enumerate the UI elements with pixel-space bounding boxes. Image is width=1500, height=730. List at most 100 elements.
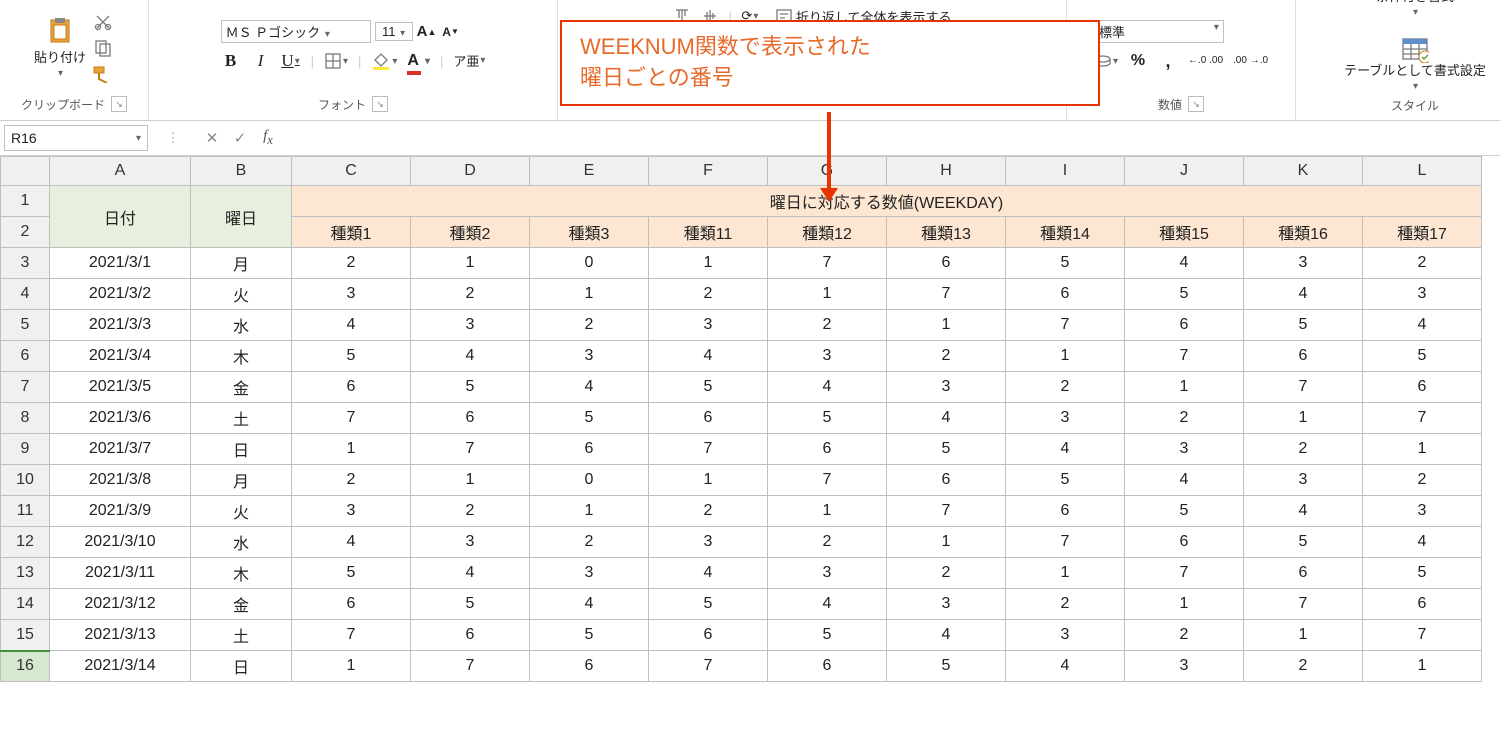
column-header-F[interactable]: F [649,157,768,186]
cell-K3[interactable]: 3 [1244,248,1363,279]
cell-A13[interactable]: 2021/3/11 [50,558,191,589]
cell-F7[interactable]: 5 [649,372,768,403]
column-header-I[interactable]: I [1006,157,1125,186]
font-name-select[interactable]: ＭＳ Ｐゴシック ▾ [221,20,371,43]
conditional-formatting-button[interactable]: ≠ 条件付き書式▾ [1376,0,1454,19]
cell-E4[interactable]: 1 [530,279,649,310]
cell-H3[interactable]: 6 [887,248,1006,279]
cell-G5[interactable]: 2 [768,310,887,341]
shrink-font-button[interactable]: A▼ [441,22,461,42]
cell-H10[interactable]: 6 [887,465,1006,496]
cell-H16[interactable]: 5 [887,651,1006,682]
cell-A5[interactable]: 2021/3/3 [50,310,191,341]
cell-E7[interactable]: 4 [530,372,649,403]
cell-A16[interactable]: 2021/3/14 [50,651,191,682]
cell-H14[interactable]: 3 [887,589,1006,620]
cell-E12[interactable]: 2 [530,527,649,558]
cell-I16[interactable]: 4 [1006,651,1125,682]
cell-C3[interactable]: 2 [292,248,411,279]
cell-H12[interactable]: 1 [887,527,1006,558]
cell-I8[interactable]: 3 [1006,403,1125,434]
cell-B15[interactable]: 土 [191,620,292,651]
cell-C14[interactable]: 6 [292,589,411,620]
cell-C16[interactable]: 1 [292,651,411,682]
cell-G11[interactable]: 1 [768,496,887,527]
cell-G12[interactable]: 2 [768,527,887,558]
cell-A9[interactable]: 2021/3/7 [50,434,191,465]
cell-D4[interactable]: 2 [411,279,530,310]
cell-D6[interactable]: 4 [411,341,530,372]
row-header-13[interactable]: 13 [1,558,50,589]
cell-C5[interactable]: 4 [292,310,411,341]
column-header-A[interactable]: A [50,157,191,186]
cell-L6[interactable]: 5 [1363,341,1482,372]
cell-I6[interactable]: 1 [1006,341,1125,372]
dialog-launcher-icon[interactable]: ↘ [111,96,127,112]
cell-A8[interactable]: 2021/3/6 [50,403,191,434]
cell-E11[interactable]: 1 [530,496,649,527]
column-header-C[interactable]: C [292,157,411,186]
cell-A15[interactable]: 2021/3/13 [50,620,191,651]
cell-I12[interactable]: 7 [1006,527,1125,558]
cell-L3[interactable]: 2 [1363,248,1482,279]
cell-A6[interactable]: 2021/3/4 [50,341,191,372]
cell-K11[interactable]: 4 [1244,496,1363,527]
cell-K7[interactable]: 7 [1244,372,1363,403]
row-header-16[interactable]: 16 [1,651,50,682]
cell-H6[interactable]: 2 [887,341,1006,372]
cell-J8[interactable]: 2 [1125,403,1244,434]
cell-I14[interactable]: 2 [1006,589,1125,620]
cell-A14[interactable]: 2021/3/12 [50,589,191,620]
cell-B12[interactable]: 水 [191,527,292,558]
cell-B10[interactable]: 月 [191,465,292,496]
cell-J13[interactable]: 7 [1125,558,1244,589]
cell-J14[interactable]: 1 [1125,589,1244,620]
cell-D7[interactable]: 5 [411,372,530,403]
cell-L8[interactable]: 7 [1363,403,1482,434]
cell-J15[interactable]: 2 [1125,620,1244,651]
cell-C15[interactable]: 7 [292,620,411,651]
cell-B6[interactable]: 木 [191,341,292,372]
underline-button[interactable]: U▾ [281,51,301,71]
cell-C6[interactable]: 5 [292,341,411,372]
cell-L11[interactable]: 3 [1363,496,1482,527]
cell-C10[interactable]: 2 [292,465,411,496]
cell-K9[interactable]: 2 [1244,434,1363,465]
cell-B3[interactable]: 月 [191,248,292,279]
cell-L4[interactable]: 3 [1363,279,1482,310]
cell-J5[interactable]: 6 [1125,310,1244,341]
cell-L10[interactable]: 2 [1363,465,1482,496]
cell-F12[interactable]: 3 [649,527,768,558]
cell-D11[interactable]: 2 [411,496,530,527]
cell-C12[interactable]: 4 [292,527,411,558]
cell-A10[interactable]: 2021/3/8 [50,465,191,496]
percent-button[interactable]: % [1128,51,1148,71]
row-header-6[interactable]: 6 [1,341,50,372]
cell-D14[interactable]: 5 [411,589,530,620]
row-header-14[interactable]: 14 [1,589,50,620]
cell-I5[interactable]: 7 [1006,310,1125,341]
cell-J12[interactable]: 6 [1125,527,1244,558]
cell-I4[interactable]: 6 [1006,279,1125,310]
fill-color-button[interactable]: ▾ [371,51,397,71]
cell-F5[interactable]: 3 [649,310,768,341]
cell-L14[interactable]: 6 [1363,589,1482,620]
increase-decimal-button[interactable]: ←.0 .00 [1188,51,1223,71]
cell-J7[interactable]: 1 [1125,372,1244,403]
cell-E15[interactable]: 5 [530,620,649,651]
worksheet[interactable]: ABCDEFGHIJKL1日付曜日曜日に対応する数値(WEEKDAY)2種類1種… [0,156,1500,682]
italic-button[interactable]: I [251,51,271,71]
row-header-3[interactable]: 3 [1,248,50,279]
ruby-button[interactable]: ア亜▾ [453,51,485,71]
cell-D16[interactable]: 7 [411,651,530,682]
cell-I13[interactable]: 1 [1006,558,1125,589]
cell-F8[interactable]: 6 [649,403,768,434]
cell-B11[interactable]: 火 [191,496,292,527]
cell-B16[interactable]: 日 [191,651,292,682]
cell-L15[interactable]: 7 [1363,620,1482,651]
cell-D9[interactable]: 7 [411,434,530,465]
cell-G15[interactable]: 5 [768,620,887,651]
cell-G10[interactable]: 7 [768,465,887,496]
cancel-formula-button[interactable]: ✕ [198,129,226,147]
row-header-9[interactable]: 9 [1,434,50,465]
